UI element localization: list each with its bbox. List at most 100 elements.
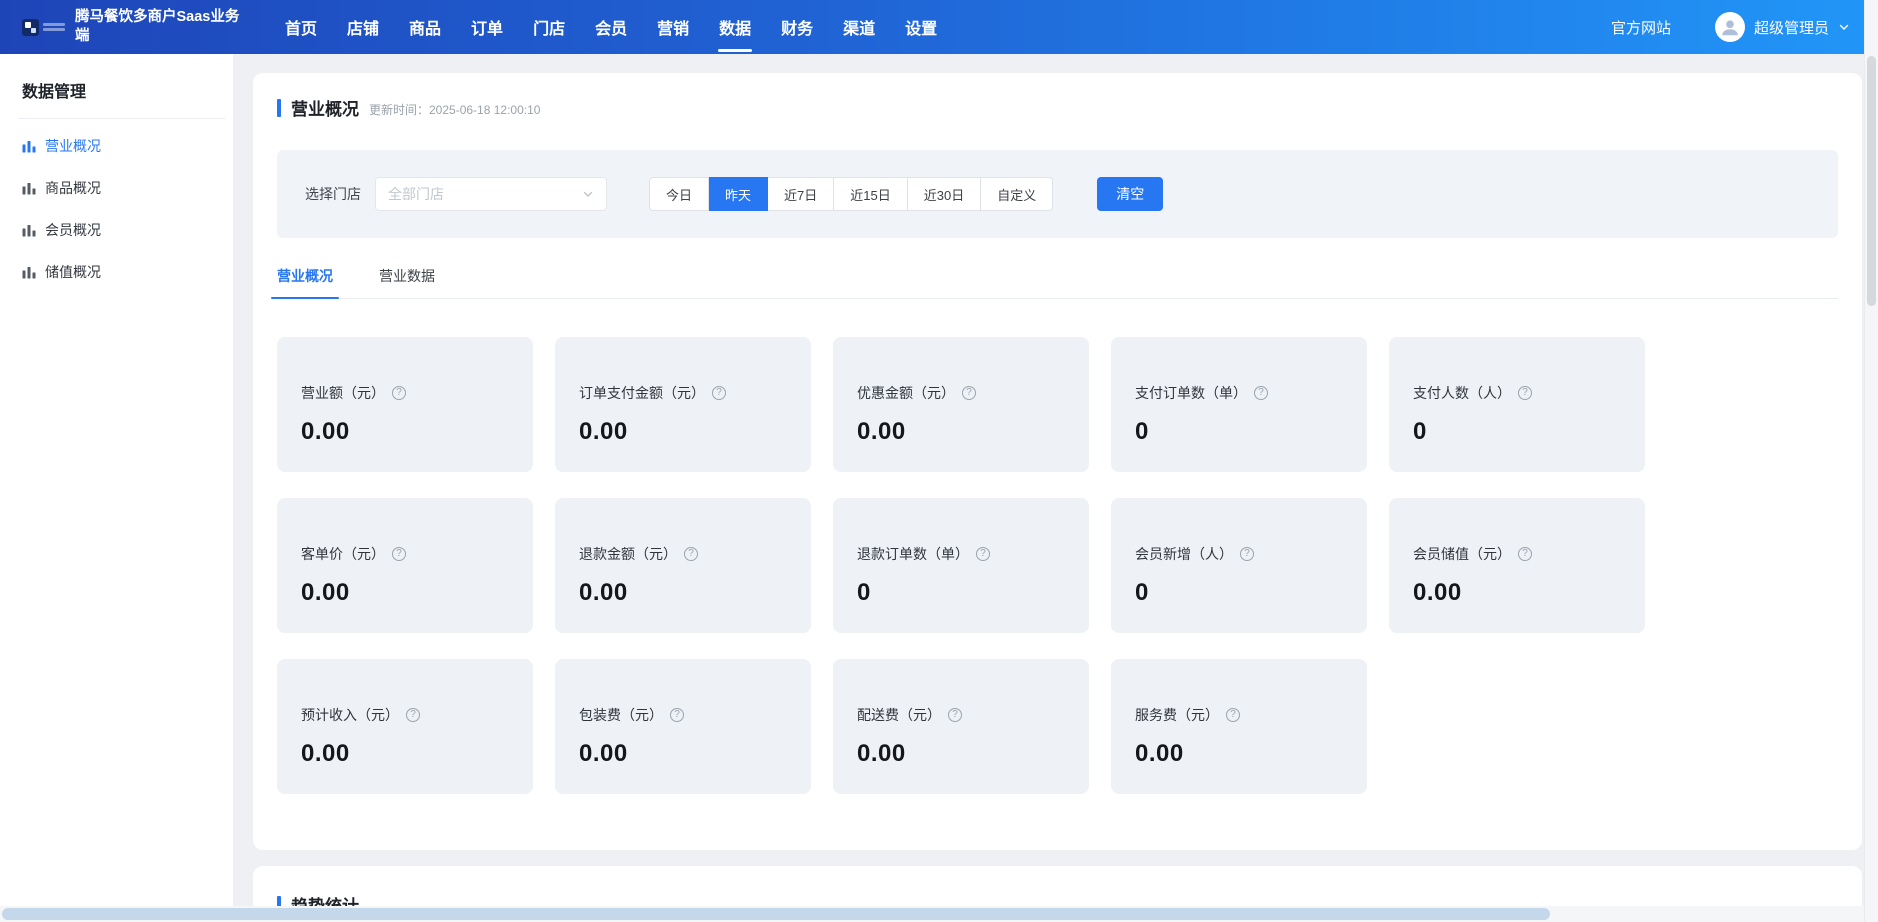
stat-card: 退款金额（元） 0.00 [555, 498, 811, 633]
stats-grid: 营业额（元） 0.00 订单支付金额（元） 0.00 优惠金额（元） 0.00 … [277, 337, 1838, 794]
stat-label-row: 营业额（元） [301, 383, 509, 403]
vertical-scrollbar-thumb[interactable] [1867, 56, 1876, 306]
help-icon[interactable] [1518, 547, 1532, 561]
help-icon[interactable] [948, 708, 962, 722]
stat-label-row: 服务费（元） [1135, 705, 1343, 725]
help-icon[interactable] [392, 386, 406, 400]
help-icon[interactable] [1240, 547, 1254, 561]
help-icon[interactable] [392, 547, 406, 561]
horizontal-scrollbar-thumb[interactable] [2, 908, 1550, 920]
stat-card: 客单价（元） 0.00 [277, 498, 533, 633]
help-icon[interactable] [962, 386, 976, 400]
help-icon[interactable] [670, 708, 684, 722]
nav-item[interactable]: 设置 [905, 15, 937, 39]
page-title: 营业概况 [291, 95, 359, 120]
stat-label: 包装费（元） [579, 705, 663, 725]
avatar [1715, 12, 1745, 42]
stat-card: 退款订单数（单） 0 [833, 498, 1089, 633]
sidebar-item[interactable]: 营业概况 [0, 125, 233, 167]
nav-item[interactable]: 财务 [781, 15, 813, 39]
help-icon[interactable] [684, 547, 698, 561]
help-icon[interactable] [1518, 386, 1532, 400]
stat-label: 退款订单数（单） [857, 544, 969, 564]
help-icon[interactable] [1254, 386, 1268, 400]
nav-item[interactable]: 首页 [285, 15, 317, 39]
stat-label: 客单价（元） [301, 544, 385, 564]
vertical-scrollbar-track [1864, 0, 1878, 922]
nav-item-label: 首页 [285, 21, 317, 38]
stat-card: 支付人数（人） 0 [1389, 337, 1645, 472]
accent-bar [277, 99, 281, 117]
help-icon[interactable] [712, 386, 726, 400]
divider [18, 118, 225, 119]
stat-card: 预计收入（元） 0.00 [277, 659, 533, 794]
help-icon[interactable] [976, 547, 990, 561]
nav-item[interactable]: 商品 [409, 15, 441, 39]
stat-value: 0.00 [301, 418, 509, 446]
help-icon[interactable] [406, 708, 420, 722]
stat-label-row: 优惠金额（元） [857, 383, 1065, 403]
nav-item[interactable]: 门店 [533, 15, 565, 39]
help-icon[interactable] [1226, 708, 1240, 722]
sidebar-item[interactable]: 会员概况 [0, 209, 233, 251]
nav-item[interactable]: 会员 [595, 15, 627, 39]
stat-value: 0.00 [579, 418, 787, 446]
stat-label: 退款金额（元） [579, 544, 677, 564]
stat-card: 优惠金额（元） 0.00 [833, 337, 1089, 472]
sidebar-item-label: 会员概况 [45, 220, 101, 240]
overview-tab[interactable]: 营业数据 [379, 266, 435, 298]
stat-label: 营业额（元） [301, 383, 385, 403]
card-header: 营业概况 更新时间：2025-06-18 12:00:10 [277, 95, 1838, 120]
overview-tab[interactable]: 营业概况 [277, 266, 333, 298]
stat-label: 优惠金额（元） [857, 383, 955, 403]
stat-label: 会员新增（人） [1135, 544, 1233, 564]
date-range-button[interactable]: 昨天 [709, 177, 768, 211]
store-select[interactable]: 全部门店 [375, 177, 607, 211]
clear-button[interactable]: 清空 [1097, 177, 1163, 211]
business-overview-card: 营业概况 更新时间：2025-06-18 12:00:10 选择门店 全部门店 … [253, 73, 1862, 850]
official-site-link[interactable]: 官方网站 [1611, 17, 1671, 38]
nav-item-label: 财务 [781, 21, 813, 38]
stat-label-row: 会员储值（元） [1413, 544, 1621, 564]
date-range-button[interactable]: 近7日 [768, 177, 834, 211]
stat-label: 支付人数（人） [1413, 383, 1511, 403]
stat-label: 订单支付金额（元） [579, 383, 705, 403]
sidebar-item-label: 储值概况 [45, 262, 101, 282]
nav-item-label: 数据 [719, 21, 751, 38]
sidebar-item[interactable]: 商品概况 [0, 167, 233, 209]
date-range-button[interactable]: 今日 [649, 177, 709, 211]
stat-label-row: 退款金额（元） [579, 544, 787, 564]
chevron-down-icon [1838, 21, 1850, 33]
bar-chart-icon [22, 139, 36, 153]
nav-item-label: 营销 [657, 21, 689, 38]
main-content: 营业概况 更新时间：2025-06-18 12:00:10 选择门店 全部门店 … [233, 54, 1878, 922]
sidebar-menu: 营业概况 商品概况 会员概况 [0, 125, 233, 293]
stat-label: 支付订单数（单） [1135, 383, 1247, 403]
nav-item[interactable]: 数据 [719, 15, 751, 39]
nav-item[interactable]: 订单 [471, 15, 503, 39]
updated-time: 更新时间：2025-06-18 12:00:10 [369, 98, 540, 118]
user-menu[interactable]: 超级管理员 [1715, 12, 1850, 42]
stat-value: 0.00 [1135, 740, 1343, 768]
date-range-button[interactable]: 自定义 [981, 177, 1053, 211]
nav-item-label: 会员 [595, 21, 627, 38]
stat-value: 0.00 [857, 740, 1065, 768]
sidebar: 数据管理 营业概况 商品概况 [0, 54, 233, 922]
date-range-button[interactable]: 近30日 [908, 177, 981, 211]
date-range-button[interactable]: 近15日 [834, 177, 907, 211]
nav-item[interactable]: 渠道 [843, 15, 875, 39]
stat-label: 会员储值（元） [1413, 544, 1511, 564]
stat-value: 0.00 [579, 579, 787, 607]
sidebar-item-label: 营业概况 [45, 136, 101, 156]
app-logo-icon [22, 19, 39, 36]
stat-value: 0.00 [301, 740, 509, 768]
nav-item[interactable]: 店铺 [347, 15, 379, 39]
nav-item[interactable]: 营销 [657, 15, 689, 39]
stat-label-row: 退款订单数（单） [857, 544, 1065, 564]
stat-card: 配送费（元） 0.00 [833, 659, 1089, 794]
store-select-placeholder: 全部门店 [388, 184, 444, 204]
stat-label-row: 配送费（元） [857, 705, 1065, 725]
stat-card: 订单支付金额（元） 0.00 [555, 337, 811, 472]
sidebar-item[interactable]: 储值概况 [0, 251, 233, 293]
bar-chart-icon [22, 223, 36, 237]
